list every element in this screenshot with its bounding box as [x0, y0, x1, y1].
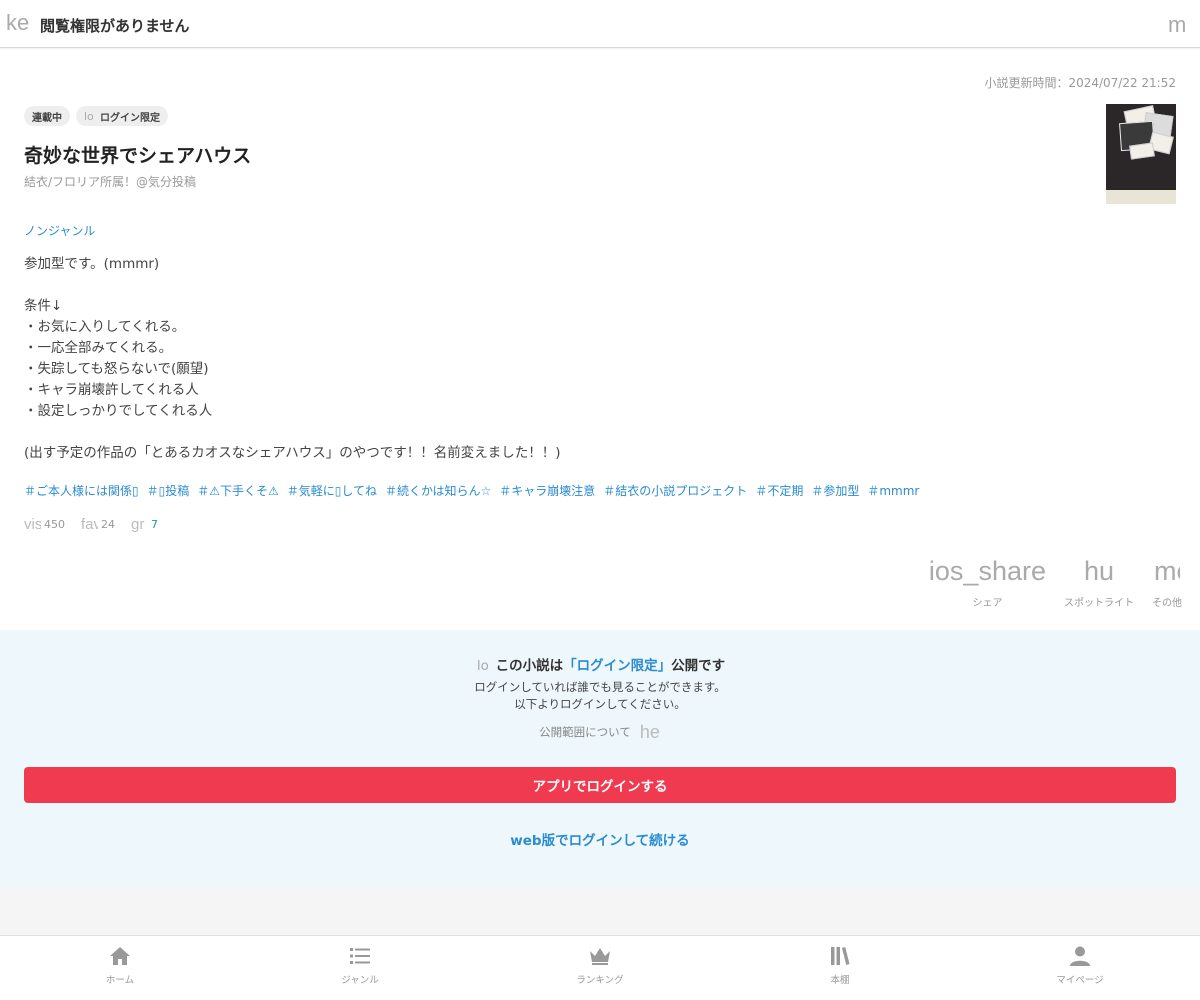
favorites-icon: fav	[81, 516, 98, 533]
back-icon[interactable]: ke	[6, 10, 32, 36]
nav-ranking-label: ランキング	[576, 975, 624, 986]
views-count: 450	[44, 518, 65, 531]
login-text-line1: ログインしていれば誰でも見ることができます。	[474, 680, 726, 694]
web-login-link[interactable]: web版でログインして続ける	[0, 829, 1200, 849]
scope-link[interactable]: 公開範囲について he	[0, 722, 1200, 743]
more-icon: me	[1154, 556, 1180, 586]
home-icon	[110, 947, 130, 965]
share-label: シェア	[972, 598, 1003, 609]
tag-link[interactable]: ＃ご本人様には関係▯	[24, 482, 139, 499]
spotlight-label: スポットライト	[1064, 598, 1134, 609]
favorites-stat: fav 24	[81, 516, 115, 533]
login-only-badge: lo ログイン限定	[76, 106, 168, 126]
list-icon	[350, 948, 370, 964]
badge-row: 連載中 lo ログイン限定	[24, 106, 168, 126]
scope-link-label[interactable]: 公開範囲について	[539, 725, 631, 739]
favorites-count: 24	[101, 518, 115, 531]
spotlight-icon: hu	[1083, 556, 1115, 586]
lock-icon: lo	[476, 658, 489, 674]
help-icon[interactable]: he	[639, 722, 661, 743]
share-icon: ios_share	[928, 556, 1046, 586]
footer-spacer	[0, 888, 1200, 935]
tag-link[interactable]: ＃続くかは知らん☆	[385, 482, 491, 499]
nav-ranking[interactable]: ランキング	[480, 936, 720, 1000]
nav-home-label: ホーム	[105, 975, 135, 986]
menu-icon[interactable]: m	[1168, 12, 1190, 38]
bookshelf-icon	[831, 947, 850, 965]
serial-badge: 連載中	[24, 106, 70, 126]
bottom-nav: ホーム ジャンル ランキング 本棚 マイページ	[0, 935, 1200, 1000]
good-count: 7	[151, 518, 158, 531]
lock-icon: lo	[84, 109, 94, 123]
spotlight-button[interactable]: hu スポットライト	[1064, 556, 1134, 609]
more-label: その他	[1152, 598, 1182, 609]
login-panel-heading: lo この小説は「ログイン限定」公開です	[0, 654, 1200, 674]
heading-prefix: この小説は	[495, 658, 564, 674]
login-only-badge-label: ログイン限定	[100, 112, 160, 124]
action-bar: ios_share シェア hu スポットライト me その他	[929, 556, 1182, 609]
tag-link[interactable]: ＃気軽に▯してね	[287, 482, 377, 499]
views-stat: vis 450	[24, 516, 65, 533]
share-button[interactable]: ios_share シェア	[929, 556, 1046, 609]
tag-list: ＃ご本人様には関係▯ ＃▯投稿 ＃⚠下手くそ⚠ ＃気軽に▯してね ＃続くかは知ら…	[24, 482, 1174, 499]
nav-mypage-label: マイページ	[1056, 975, 1104, 986]
stats-row: vis 450 fav 24 gr 7	[24, 516, 158, 533]
views-icon: vis	[24, 516, 41, 533]
serial-badge-label: 連載中	[32, 112, 62, 124]
page-title: 閲覧権限がありません	[40, 17, 190, 35]
cover-image	[1106, 104, 1176, 204]
crown-icon	[590, 948, 610, 965]
nav-mypage[interactable]: マイページ	[960, 936, 1200, 1000]
nav-genre-label: ジャンル	[341, 975, 379, 986]
more-button[interactable]: me その他	[1152, 556, 1182, 609]
person-icon	[1070, 946, 1090, 966]
nav-home[interactable]: ホーム	[0, 936, 240, 1000]
tag-link[interactable]: ＃⚠下手くそ⚠	[197, 482, 279, 499]
login-panel-text: ログインしていれば誰でも見ることができます。 以下よりログインしてください。	[0, 679, 1200, 713]
heading-highlight: 「ログイン限定」	[563, 658, 672, 674]
nav-bookshelf[interactable]: 本棚	[720, 936, 960, 1000]
novel-description: 参加型です。(mmmr) 条件↓ ・お気に入りしてくれる。 ・一応全部みてくれる…	[24, 256, 561, 461]
app-login-button[interactable]: アプリでログインする	[24, 767, 1176, 803]
good-icon: gr	[131, 516, 145, 533]
novel-title: 奇妙な世界でシェアハウス	[24, 145, 252, 167]
nav-genre[interactable]: ジャンル	[240, 936, 480, 1000]
tag-link[interactable]: ＃不定期	[755, 482, 803, 499]
tag-link[interactable]: ＃結衣の小説プロジェクト	[603, 482, 747, 499]
app-header: ke 閲覧権限がありません m	[0, 0, 1200, 48]
login-panel: lo この小説は「ログイン限定」公開です ログインしていれば誰でも見ることができ…	[0, 630, 1200, 888]
nav-bookshelf-label: 本棚	[830, 975, 850, 986]
tag-link[interactable]: ＃mmmr	[867, 482, 919, 499]
author-name[interactable]: 結衣/フロリア所属！@気分投稿	[24, 173, 196, 190]
login-text-line2: 以下よりログインしてください。	[514, 697, 686, 711]
updated-time: 小説更新時間：2024/07/22 21:52	[984, 76, 1176, 90]
tag-link[interactable]: ＃キャラ崩壊注意	[499, 482, 595, 499]
tag-link[interactable]: ＃▯投稿	[147, 482, 190, 499]
genre-link[interactable]: ノンジャンル	[24, 222, 95, 239]
tag-link[interactable]: ＃参加型	[811, 482, 859, 499]
heading-suffix: 公開です	[671, 658, 726, 674]
good-stat: gr 7	[131, 516, 158, 533]
